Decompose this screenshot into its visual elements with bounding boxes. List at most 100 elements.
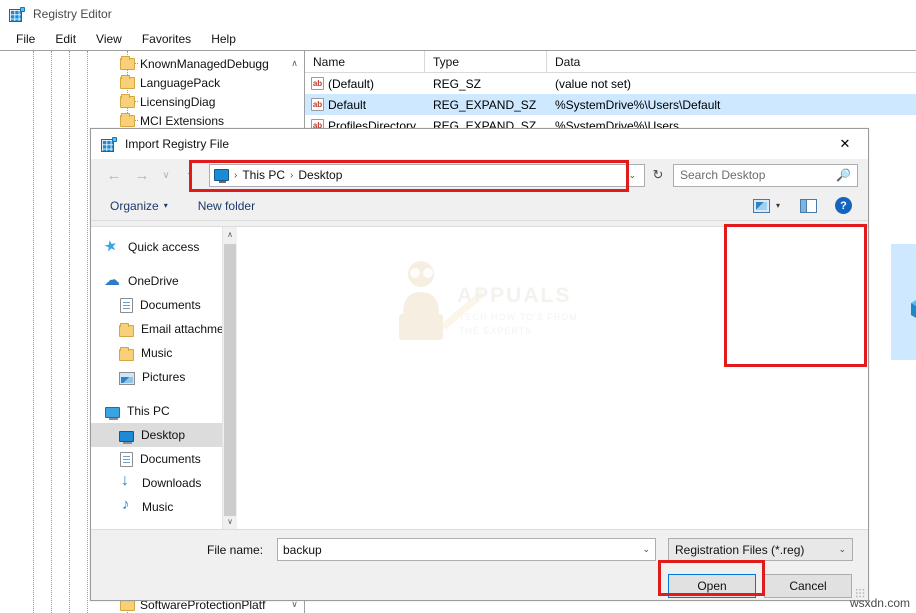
help-icon[interactable]: ? bbox=[835, 197, 852, 214]
regedit-icon bbox=[9, 7, 25, 22]
menu-file[interactable]: File bbox=[6, 30, 45, 48]
tree-node-label: LicensingDiag bbox=[140, 95, 215, 109]
file-name-label: File name: bbox=[207, 543, 263, 557]
table-row[interactable]: ab (Default) REG_SZ (value not set) bbox=[305, 73, 916, 94]
scroll-down-icon[interactable]: ∨ bbox=[223, 514, 237, 529]
organize-label: Organize bbox=[110, 199, 159, 213]
value-data-cell: %SystemDrive%\Users\Default bbox=[547, 98, 916, 112]
nav-item-label: Downloads bbox=[142, 476, 201, 490]
close-icon[interactable]: ✕ bbox=[822, 129, 868, 159]
chevron-down-icon[interactable]: ⌄ bbox=[838, 544, 846, 555]
search-icon: 🔍 bbox=[836, 168, 851, 182]
file-type-select[interactable]: Registration Files (*.reg) ⌄ bbox=[668, 538, 853, 561]
nav-item-music[interactable]: Music bbox=[91, 495, 237, 519]
nav-item-onedrive-documents[interactable]: Documents bbox=[91, 293, 237, 317]
nav-item-label: Music bbox=[142, 500, 173, 514]
address-bar[interactable]: › This PC › Desktop ⌄ bbox=[209, 164, 645, 187]
pc-icon bbox=[105, 407, 120, 418]
monitor-icon bbox=[214, 169, 229, 181]
tree-node-label: KnownManagedDebugg bbox=[140, 57, 269, 71]
nav-item-this-pc[interactable]: This PC bbox=[91, 399, 237, 423]
nav-item-email-attachments[interactable]: Email attachmen bbox=[91, 317, 237, 341]
search-input[interactable]: Search Desktop 🔍 bbox=[673, 164, 858, 187]
reg-file-icon bbox=[903, 251, 916, 331]
folder-icon bbox=[120, 58, 135, 70]
nav-item-documents[interactable]: Documents bbox=[91, 447, 237, 471]
column-header-type[interactable]: Type bbox=[425, 51, 547, 72]
up-icon[interactable]: ↑ bbox=[177, 163, 203, 187]
tree-node-label: LanguagePack bbox=[140, 76, 220, 90]
menu-favorites[interactable]: Favorites bbox=[132, 30, 201, 48]
file-item-backup[interactable]: backup bbox=[891, 244, 916, 360]
folder-icon bbox=[119, 325, 134, 337]
chevron-down-icon: ▾ bbox=[164, 201, 168, 210]
dialog-main-area: Quick access OneDrive Documents Email at… bbox=[91, 226, 868, 529]
value-name-text: (Default) bbox=[328, 77, 374, 91]
nav-item-onedrive[interactable]: OneDrive bbox=[91, 269, 237, 293]
chevron-down-icon[interactable]: ⌄ bbox=[642, 544, 650, 555]
dialog-titlebar[interactable]: Import Registry File ✕ bbox=[91, 129, 868, 159]
ab-icon: ab bbox=[311, 98, 324, 111]
site-watermark: wsxdn.com bbox=[850, 596, 910, 610]
cloud-icon bbox=[105, 273, 121, 289]
dialog-bottom-bar: File name: backup ⌄ Registration Files (… bbox=[91, 529, 868, 600]
column-header-name[interactable]: Name bbox=[305, 51, 425, 72]
breadcrumb-desktop[interactable]: Desktop bbox=[298, 168, 342, 182]
value-data-cell: (value not set) bbox=[547, 77, 916, 91]
desktop-icon bbox=[119, 431, 134, 442]
tree-scroll-up-arrow[interactable]: ∧ bbox=[287, 56, 302, 71]
value-type-cell: REG_EXPAND_SZ bbox=[425, 98, 547, 112]
organize-button[interactable]: Organize ▾ bbox=[103, 196, 175, 216]
menu-edit[interactable]: Edit bbox=[45, 30, 86, 48]
recent-locations-icon[interactable]: ∨ bbox=[157, 163, 175, 187]
nav-item-pictures[interactable]: Pictures bbox=[91, 365, 237, 389]
navigation-pane: Quick access OneDrive Documents Email at… bbox=[91, 227, 237, 529]
file-type-value: Registration Files (*.reg) bbox=[675, 543, 804, 557]
preview-pane-icon[interactable] bbox=[800, 199, 817, 213]
file-name-value: backup bbox=[283, 543, 322, 557]
pictures-icon bbox=[119, 372, 135, 385]
nav-item-onedrive-music[interactable]: Music bbox=[91, 341, 237, 365]
breadcrumb-this-pc[interactable]: This PC bbox=[242, 168, 285, 182]
refresh-icon[interactable]: ↻ bbox=[647, 163, 669, 187]
nav-item-label: OneDrive bbox=[128, 274, 179, 288]
documents-icon bbox=[120, 452, 133, 467]
documents-icon bbox=[120, 298, 133, 313]
value-name-text: Default bbox=[328, 98, 366, 112]
nav-item-label: Documents bbox=[140, 452, 201, 466]
back-icon[interactable]: ← bbox=[101, 163, 127, 187]
folder-icon bbox=[119, 349, 134, 361]
registry-editor-titlebar: Registry Editor bbox=[0, 0, 916, 28]
nav-item-label: Music bbox=[141, 346, 172, 360]
menu-view[interactable]: View bbox=[86, 30, 132, 48]
view-layout-icon[interactable] bbox=[753, 199, 770, 213]
registry-editor-title: Registry Editor bbox=[33, 7, 112, 21]
tree-node-languagepack[interactable]: › LanguagePack bbox=[0, 73, 304, 92]
cancel-button[interactable]: Cancel bbox=[764, 574, 852, 598]
chevron-down-icon[interactable]: ▾ bbox=[776, 201, 780, 210]
nav-item-desktop[interactable]: Desktop bbox=[91, 423, 237, 447]
column-header-data[interactable]: Data bbox=[547, 51, 916, 72]
new-folder-button[interactable]: New folder bbox=[191, 196, 262, 216]
navigation-pane-scrollbar[interactable]: ∧ ∨ bbox=[222, 227, 237, 529]
new-folder-label: New folder bbox=[198, 199, 255, 213]
nav-spacer bbox=[91, 389, 237, 399]
scroll-up-icon[interactable]: ∧ bbox=[223, 227, 237, 242]
nav-item-downloads[interactable]: Downloads bbox=[91, 471, 237, 495]
open-button[interactable]: Open bbox=[668, 574, 756, 598]
table-row[interactable]: ab Default REG_EXPAND_SZ %SystemDrive%\U… bbox=[305, 94, 916, 115]
scrollbar-thumb[interactable] bbox=[224, 244, 236, 516]
tree-node-licensingdiag[interactable]: LicensingDiag bbox=[0, 92, 304, 111]
chevron-down-icon[interactable]: ⌄ bbox=[628, 170, 640, 181]
tree-node-label: MCI Extensions bbox=[140, 114, 224, 128]
breadcrumb-separator: › bbox=[234, 170, 237, 181]
nav-item-quick-access[interactable]: Quick access bbox=[91, 235, 237, 259]
file-list-pane[interactable]: backup bbox=[237, 227, 868, 529]
menu-help[interactable]: Help bbox=[201, 30, 246, 48]
nav-item-label: Documents bbox=[140, 298, 201, 312]
file-name-row: File name: backup ⌄ Registration Files (… bbox=[91, 538, 868, 561]
file-name-input[interactable]: backup ⌄ bbox=[277, 538, 656, 561]
tree-node-knownmanageddebugg[interactable]: KnownManagedDebugg ∧ bbox=[0, 54, 304, 73]
forward-icon[interactable]: → bbox=[129, 163, 155, 187]
dialog-title: Import Registry File bbox=[125, 137, 229, 151]
